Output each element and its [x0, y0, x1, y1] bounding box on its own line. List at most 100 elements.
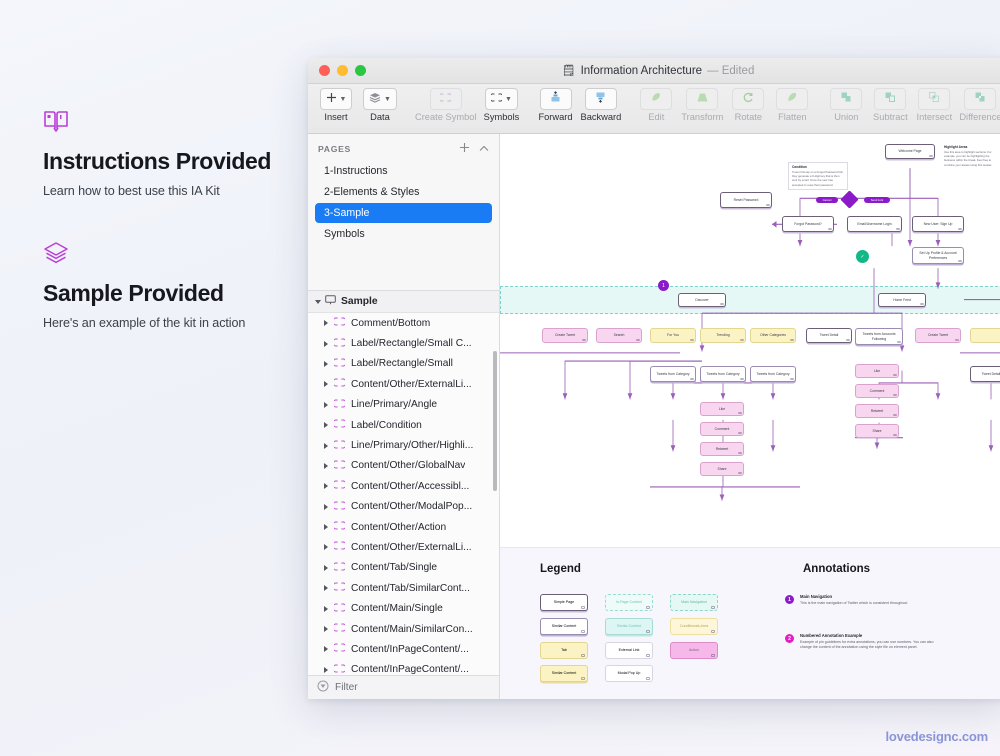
- node-retweet-right[interactable]: Retweet: [855, 404, 899, 418]
- node-home-feed[interactable]: Home Feed: [878, 293, 926, 307]
- node-create-tweet-right[interactable]: Create Tweet: [915, 328, 961, 343]
- node-share-right[interactable]: Share: [855, 424, 899, 438]
- chevron-down-icon[interactable]: [315, 299, 321, 304]
- toolbar-item-backward[interactable]: Backward: [578, 88, 625, 122]
- filter-bar[interactable]: Filter: [308, 675, 499, 699]
- status-badge-success[interactable]: ✓: [856, 250, 869, 263]
- legend-chip-similar-content-yellow[interactable]: Similar Content: [540, 665, 588, 682]
- legend-chip-tab[interactable]: Tab: [540, 642, 588, 659]
- list-item[interactable]: Content/Main/SimilarCon...: [308, 619, 499, 639]
- chevron-right-icon[interactable]: [324, 544, 328, 551]
- canvas[interactable]: Cancel Send Link x ✓ 1 ?: [500, 134, 1000, 699]
- chevron-right-icon[interactable]: [324, 564, 328, 571]
- legend-chip-conditionals-area[interactable]: Conditionals Area: [670, 618, 718, 635]
- layer-root-sample[interactable]: Sample: [308, 291, 499, 313]
- chevron-right-icon[interactable]: [324, 524, 328, 531]
- plus-icon[interactable]: [459, 142, 470, 156]
- chevron-right-icon[interactable]: [324, 646, 328, 653]
- chevron-right-icon[interactable]: [324, 483, 328, 490]
- node-trending[interactable]: Trending: [700, 328, 746, 343]
- chevron-right-icon[interactable]: [324, 340, 328, 347]
- page-item-3-sample[interactable]: 3-Sample: [315, 203, 492, 223]
- list-item[interactable]: Comment/Bottom: [308, 313, 499, 333]
- chevron-right-icon[interactable]: [324, 666, 328, 673]
- toolbar-item-union[interactable]: Union: [824, 88, 868, 122]
- toolbar-item-forward[interactable]: Forward: [534, 88, 578, 122]
- list-item[interactable]: Content/Tab/SimilarCont...: [308, 578, 499, 598]
- list-item[interactable]: Content/Tab/Single: [308, 558, 499, 578]
- node-share-mid[interactable]: Share: [700, 462, 744, 476]
- chevron-right-icon[interactable]: [324, 442, 328, 449]
- chevron-right-icon[interactable]: [324, 585, 328, 592]
- page-item-2-elements-styles[interactable]: 2-Elements & Styles: [315, 182, 492, 202]
- chevron-right-icon[interactable]: [324, 503, 328, 510]
- chevron-right-icon[interactable]: [324, 401, 328, 408]
- legend-chip-similar-content-lav[interactable]: Similar Content: [540, 618, 588, 635]
- node-like-right[interactable]: Like: [855, 364, 899, 378]
- node-search[interactable]: Search: [596, 328, 642, 343]
- toolbar-item-symbols[interactable]: ▼ Symbols: [480, 88, 524, 122]
- page-item-symbols[interactable]: Symbols: [315, 224, 492, 244]
- list-item[interactable]: Content/Other/Action: [308, 517, 499, 537]
- pill-cancel[interactable]: Cancel: [816, 197, 838, 203]
- node-tweet-detail-right[interactable]: Tweet Detail: [970, 366, 1000, 382]
- list-item[interactable]: Content/Other/ModalPop...: [308, 497, 499, 517]
- node-tweet-detail-mid[interactable]: Tweet Detail: [806, 328, 852, 343]
- list-item[interactable]: Content/Other/ExternalLi...: [308, 537, 499, 557]
- list-item[interactable]: Content/Other/GlobalNav: [308, 456, 499, 476]
- toolbar-item-intersect[interactable]: Intersect: [912, 88, 956, 122]
- legend-chip-external-link[interactable]: External Link: [605, 642, 653, 659]
- annotation-item-1[interactable]: 1 Main Navigation This is the main navig…: [785, 594, 935, 606]
- node-reset-password[interactable]: Reset Password: [720, 192, 772, 208]
- list-item[interactable]: Label/Rectangle/Small C...: [308, 333, 499, 353]
- list-item[interactable]: Line/Primary/Other/Highli...: [308, 435, 499, 455]
- toolbar-item-insert[interactable]: ▼ Insert: [314, 88, 358, 122]
- toolbar-item-difference[interactable]: Difference: [956, 88, 1000, 122]
- annotation-badge-1[interactable]: 1: [658, 280, 669, 291]
- list-item[interactable]: Content/InPageContent/...: [308, 660, 499, 675]
- node-tweets-from-category-3[interactable]: Tweets from Category: [750, 366, 796, 382]
- page-item-1-instructions[interactable]: 1-Instructions: [315, 161, 492, 181]
- node-discover[interactable]: Discover: [678, 293, 726, 307]
- list-item[interactable]: Line/Primary/Angle: [308, 395, 499, 415]
- chevron-right-icon[interactable]: [324, 422, 328, 429]
- node-comment-mid[interactable]: Comment: [700, 422, 744, 436]
- node-other-categories[interactable]: Other Categories: [750, 328, 796, 343]
- list-item[interactable]: Content/Other/ExternalLi...: [308, 374, 499, 394]
- list-item[interactable]: Content/Other/Accessibl...: [308, 476, 499, 496]
- annotation-item-2[interactable]: 2 Numbered Annotation Example Example of…: [785, 633, 935, 650]
- toolbar-item-data[interactable]: ▼ Data: [358, 88, 402, 122]
- node-new-user-sign-up[interactable]: New User: Sign Up: [912, 216, 964, 232]
- node-create-tweet-left[interactable]: Create Tweet: [542, 328, 588, 343]
- pill-send-link[interactable]: Send Link: [864, 197, 890, 203]
- list-item[interactable]: Content/Main/Single: [308, 598, 499, 618]
- chevron-right-icon[interactable]: [324, 462, 328, 469]
- legend-chip-similar-content-teal[interactable]: Similar Content: [605, 618, 653, 635]
- node-email-username-login[interactable]: Email/Username Login: [847, 216, 902, 232]
- layers-scrollbar[interactable]: [493, 351, 497, 491]
- legend-chip-modal-pop-up[interactable]: Modal Pop Up: [605, 665, 653, 682]
- filter-input[interactable]: Filter: [335, 682, 358, 693]
- list-item[interactable]: Label/Condition: [308, 415, 499, 435]
- node-retweet-mid[interactable]: Retweet: [700, 442, 744, 456]
- legend-chip-simple-page[interactable]: Simple Page: [540, 594, 588, 611]
- node-set-up-profile[interactable]: Set Up Profile & Account Preferences: [912, 247, 964, 264]
- node-far-right-category[interactable]: [970, 328, 1000, 343]
- toolbar-item-flatten[interactable]: Flatten: [770, 88, 814, 122]
- node-tweets-from-accounts-following[interactable]: Tweets from Accounts Following: [855, 328, 903, 345]
- decision-diamond[interactable]: [840, 190, 859, 209]
- list-item[interactable]: Label/Rectangle/Small: [308, 354, 499, 374]
- toolbar-item-rotate[interactable]: Rotate: [726, 88, 770, 122]
- node-for-you[interactable]: For You: [650, 328, 696, 343]
- toolbar-item-edit[interactable]: Edit: [634, 88, 678, 122]
- node-like-mid[interactable]: Like: [700, 402, 744, 416]
- legend-chip-action[interactable]: Action: [670, 642, 718, 659]
- legend-chip-main-navigation[interactable]: Main Navigation: [670, 594, 718, 611]
- chevron-right-icon[interactable]: [324, 605, 328, 612]
- chevron-right-icon[interactable]: [324, 381, 328, 388]
- chevron-right-icon[interactable]: [324, 626, 328, 633]
- node-comment-right[interactable]: Comment: [855, 384, 899, 398]
- toolbar-item-transform[interactable]: Transform: [678, 88, 726, 122]
- filter-icon[interactable]: [317, 679, 329, 697]
- chevron-right-icon[interactable]: [324, 360, 328, 367]
